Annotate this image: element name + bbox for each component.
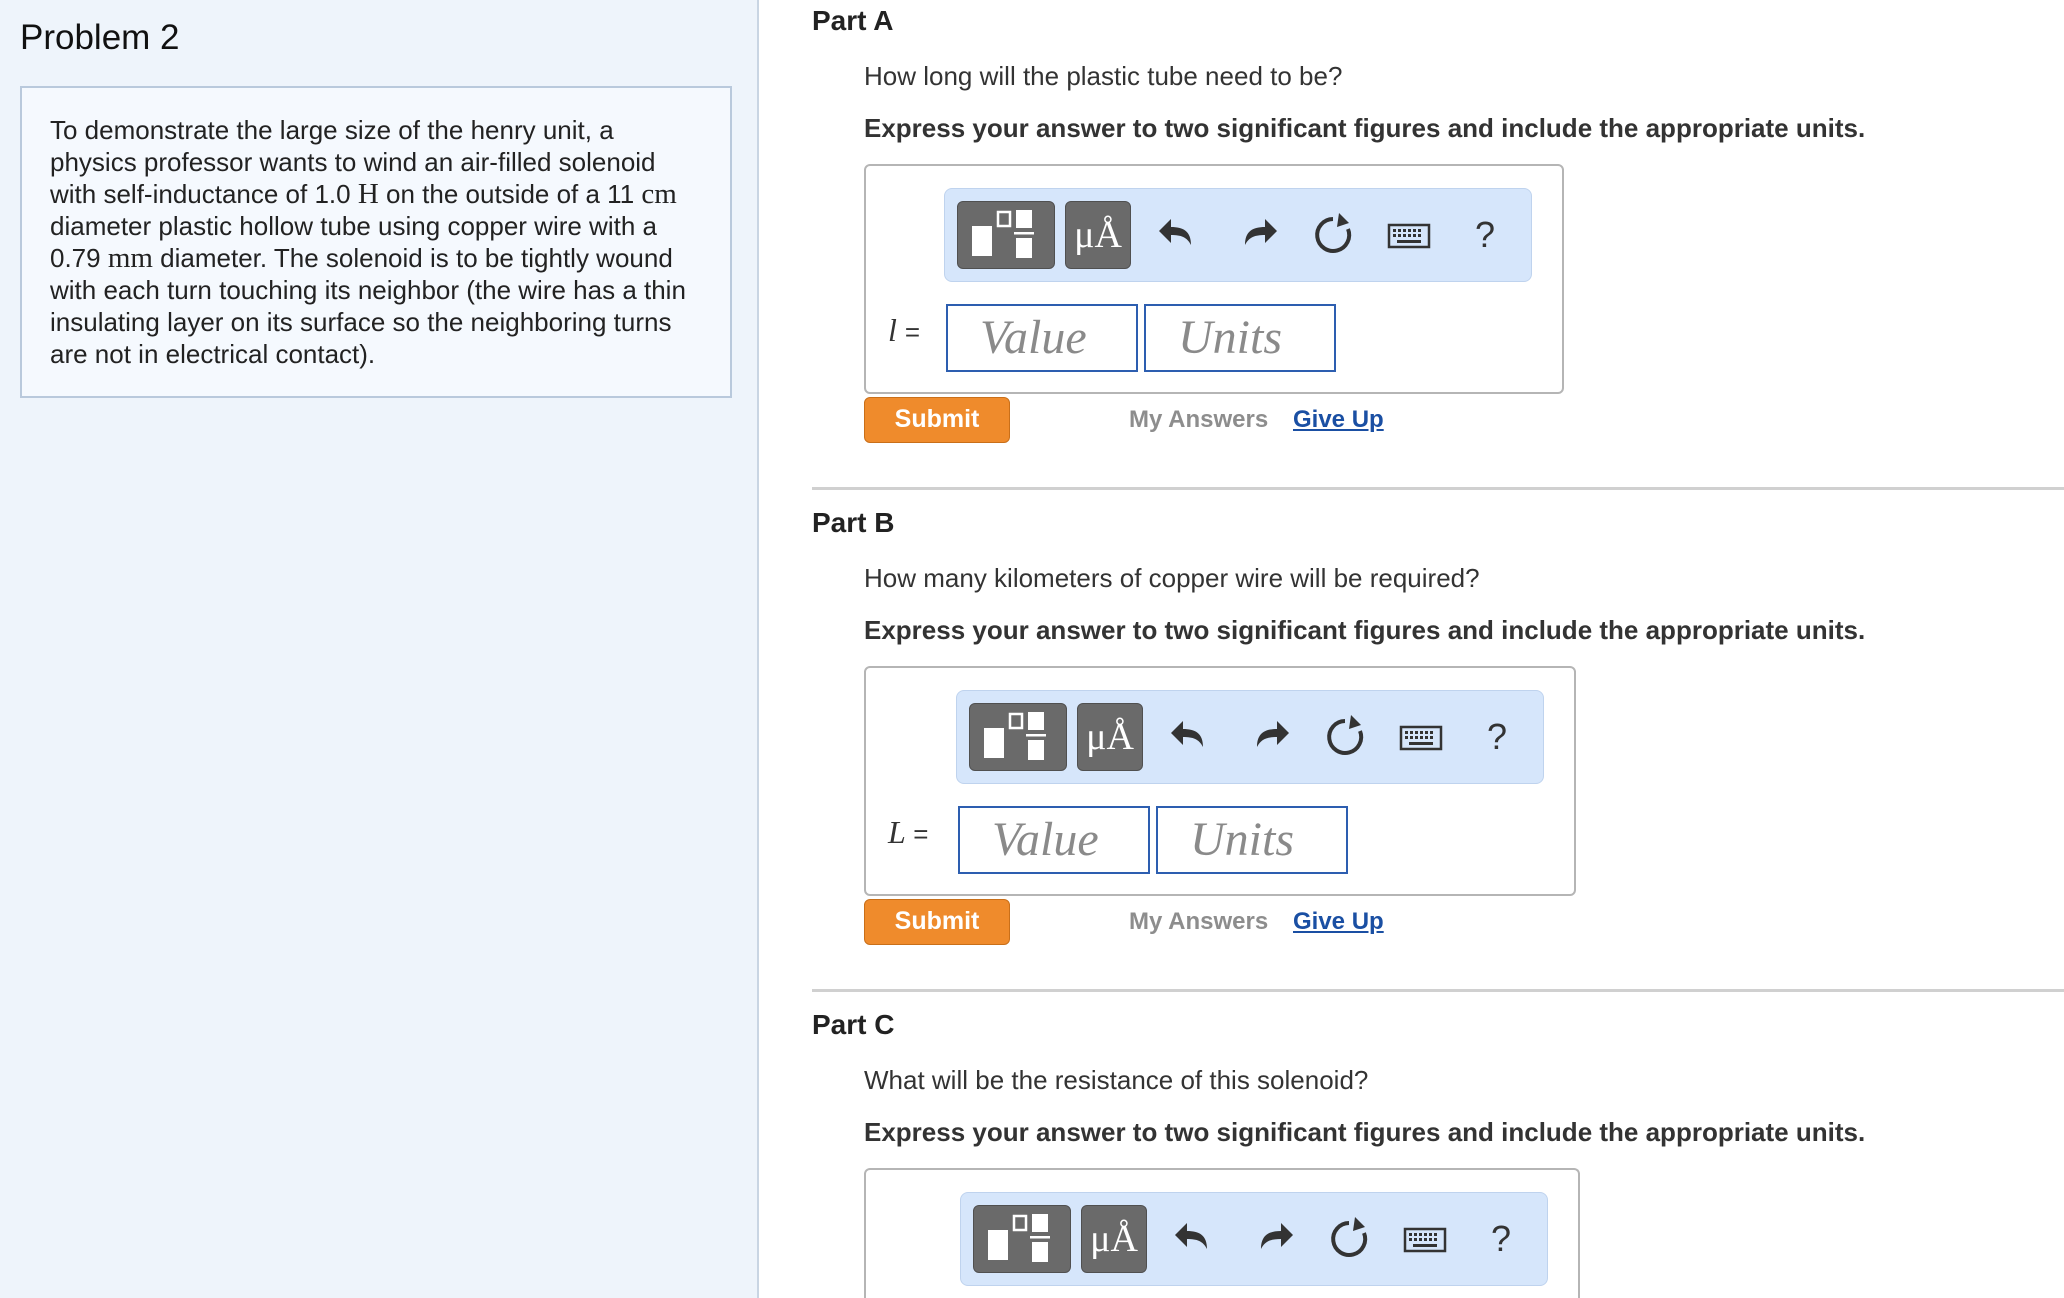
part-a-answer-box: μÅ ? l = Value Units: [864, 164, 1564, 394]
part-a-toolbar: μÅ ?: [944, 188, 1532, 282]
problem-title: Problem 2: [20, 18, 180, 57]
undo-icon[interactable]: [1155, 205, 1203, 265]
templates-button[interactable]: [973, 1205, 1071, 1273]
redo-icon[interactable]: [1245, 707, 1293, 767]
part-b-my-answers-link[interactable]: My Answers: [1129, 908, 1268, 936]
part-a-variable-label: l =: [888, 312, 921, 348]
part-c-answer-box: μÅ ?: [864, 1168, 1580, 1298]
part-b-title: Part B: [812, 507, 895, 538]
templates-icon: [972, 210, 1034, 258]
templates-button[interactable]: [957, 201, 1055, 269]
part-divider: [812, 487, 2064, 490]
part-b-toolbar: μÅ ?: [956, 690, 1544, 784]
part-b-submit-button[interactable]: Submit: [864, 899, 1010, 945]
problem-statement: To demonstrate the large size of the hen…: [20, 86, 732, 398]
part-a-my-answers-link[interactable]: My Answers: [1129, 406, 1268, 434]
part-b-value-input[interactable]: Value: [958, 806, 1150, 874]
templates-icon: [984, 712, 1046, 760]
part-b-answer-box: μÅ ? L = Value Units: [864, 666, 1576, 896]
undo-icon[interactable]: [1171, 1209, 1219, 1269]
redo-icon[interactable]: [1233, 205, 1281, 265]
part-b-variable-label: L =: [888, 814, 929, 850]
keyboard-icon[interactable]: [1385, 205, 1433, 265]
problem-panel: Problem 2 To demonstrate the large size …: [0, 0, 759, 1298]
part-a-give-up-link[interactable]: Give Up: [1293, 406, 1384, 434]
part-c-question: What will be the resistance of this sole…: [864, 1065, 1369, 1095]
part-a-submit-button[interactable]: Submit: [864, 397, 1010, 443]
part-a-title: Part A: [812, 5, 894, 36]
reset-icon[interactable]: [1309, 205, 1357, 265]
part-divider: [812, 989, 2064, 992]
part-c-title: Part C: [812, 1009, 895, 1040]
part-a-instruction: Express your answer to two significant f…: [864, 113, 1866, 143]
unit-cm: cm: [641, 178, 677, 210]
reset-icon[interactable]: [1321, 707, 1369, 767]
unit-mm: mm: [107, 242, 153, 274]
units-symbol-button[interactable]: μÅ: [1077, 703, 1143, 771]
templates-button[interactable]: [969, 703, 1067, 771]
templates-icon: [988, 1214, 1050, 1262]
units-symbol-button[interactable]: μÅ: [1081, 1205, 1147, 1273]
part-c-instruction: Express your answer to two significant f…: [864, 1117, 1866, 1147]
keyboard-icon[interactable]: [1397, 707, 1445, 767]
reset-icon[interactable]: [1325, 1209, 1373, 1269]
part-a-question: How long will the plastic tube need to b…: [864, 61, 1343, 91]
parts-panel: Part A How long will the plastic tube ne…: [761, 0, 2064, 1298]
unit-henry: H: [357, 178, 379, 210]
undo-icon[interactable]: [1167, 707, 1215, 767]
units-symbol-button[interactable]: μÅ: [1065, 201, 1131, 269]
part-b-instruction: Express your answer to two significant f…: [864, 615, 1866, 645]
help-button[interactable]: ?: [1473, 707, 1521, 767]
part-b-give-up-link[interactable]: Give Up: [1293, 908, 1384, 936]
help-button[interactable]: ?: [1461, 205, 1509, 265]
part-c-toolbar: μÅ ?: [960, 1192, 1548, 1286]
part-b-question: How many kilometers of copper wire will …: [864, 563, 1480, 593]
redo-icon[interactable]: [1249, 1209, 1297, 1269]
part-b-units-input[interactable]: Units: [1156, 806, 1348, 874]
keyboard-icon[interactable]: [1401, 1209, 1449, 1269]
problem-text: on the outside of a 11: [378, 179, 642, 209]
part-a-value-input[interactable]: Value: [946, 304, 1138, 372]
help-button[interactable]: ?: [1477, 1209, 1525, 1269]
part-a-units-input[interactable]: Units: [1144, 304, 1336, 372]
